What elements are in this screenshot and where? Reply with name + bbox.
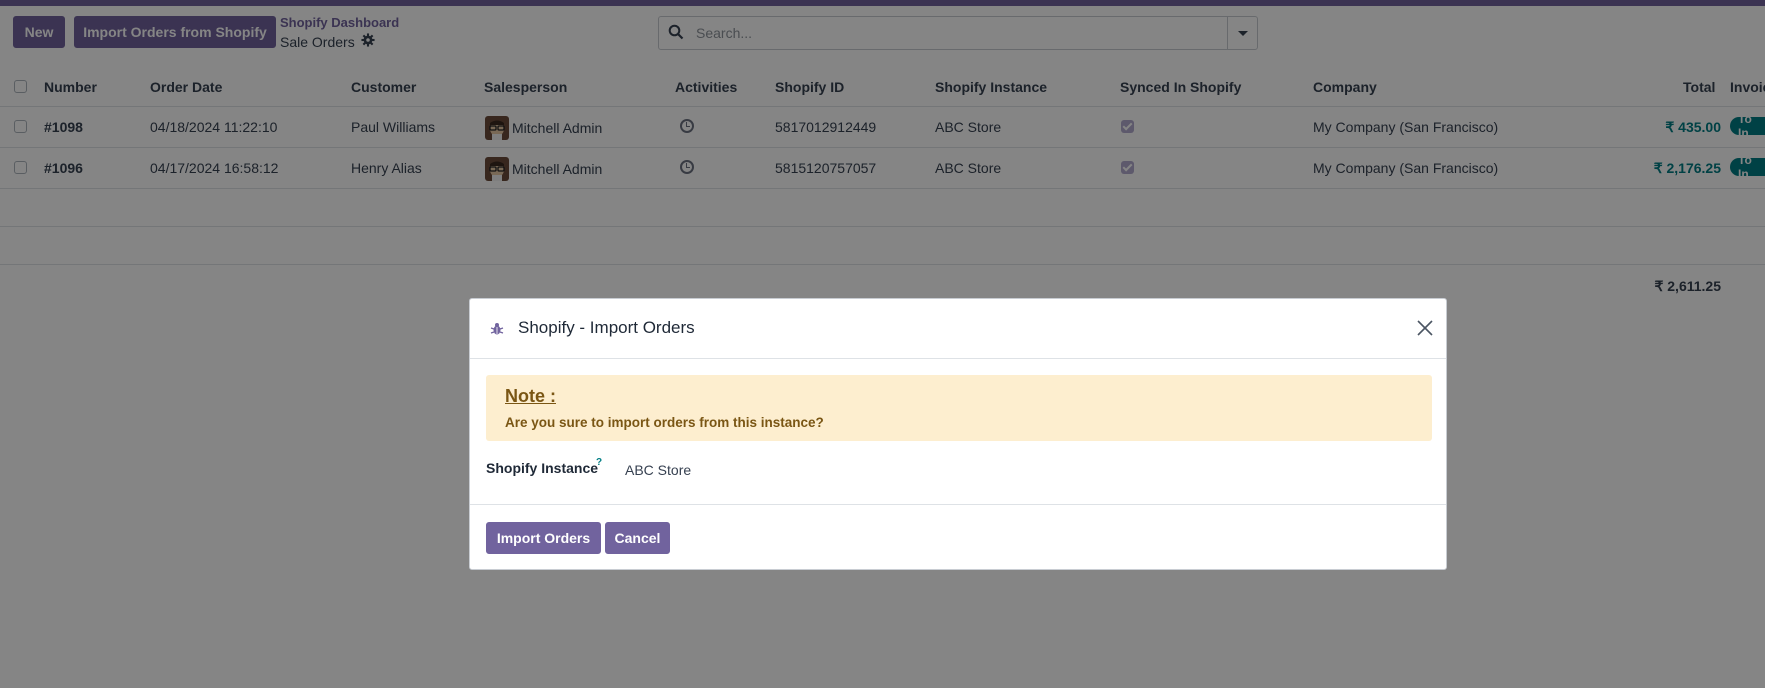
cancel-button[interactable]: Cancel [605, 522, 670, 554]
dialog-footer-divider [470, 504, 1446, 505]
help-tooltip-icon[interactable]: ? [596, 457, 602, 468]
close-icon[interactable] [1416, 319, 1434, 337]
bug-icon [490, 323, 504, 335]
note-text: Are you sure to import orders from this … [505, 415, 824, 430]
note-alert: Note : Are you sure to import orders fro… [486, 375, 1432, 441]
dialog-title: Shopify - Import Orders [518, 318, 695, 337]
import-orders-dialog: Shopify - Import Orders Note : Are you s… [469, 298, 1447, 570]
note-title: Note : [505, 386, 556, 406]
import-orders-button[interactable]: Import Orders [486, 522, 601, 554]
shopify-instance-label: Shopify Instance [486, 460, 599, 476]
shopify-instance-value: ABC Store [625, 462, 692, 478]
